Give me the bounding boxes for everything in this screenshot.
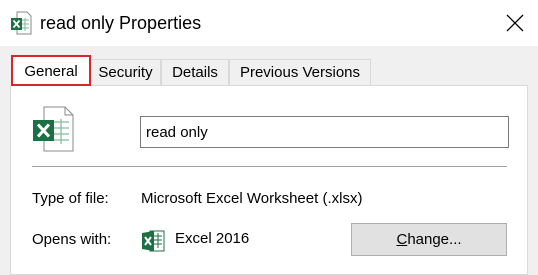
opens-with-label: Opens with: [32, 231, 112, 248]
type-of-file-value: Microsoft Excel Worksheet (.xlsx) [141, 190, 363, 207]
change-button[interactable]: Change... [351, 223, 507, 256]
divider [32, 166, 507, 167]
tab-general[interactable]: General [12, 55, 90, 86]
tab-general-label: General [24, 63, 78, 80]
excel-file-icon [10, 11, 32, 35]
tab-details[interactable]: Details [161, 59, 229, 85]
excel-file-icon [32, 106, 74, 152]
change-button-label: hange... [407, 231, 462, 248]
tab-security-label: Security [98, 64, 153, 81]
tab-security[interactable]: Security [90, 59, 161, 85]
title-bar[interactable]: read only Properties [0, 0, 538, 46]
tab-details-label: Details [172, 64, 218, 81]
close-button[interactable] [492, 0, 538, 46]
tab-previous-versions[interactable]: Previous Versions [229, 59, 371, 85]
window-title: read only Properties [40, 13, 202, 33]
tab-previous-versions-label: Previous Versions [239, 64, 361, 81]
opens-with-value: Excel 2016 [175, 230, 250, 247]
excel-app-icon [141, 229, 165, 253]
change-button-mnemonic: C [396, 231, 408, 248]
close-icon [506, 14, 524, 32]
type-of-file-label: Type of file: [32, 190, 109, 207]
file-name-input[interactable] [140, 116, 509, 148]
